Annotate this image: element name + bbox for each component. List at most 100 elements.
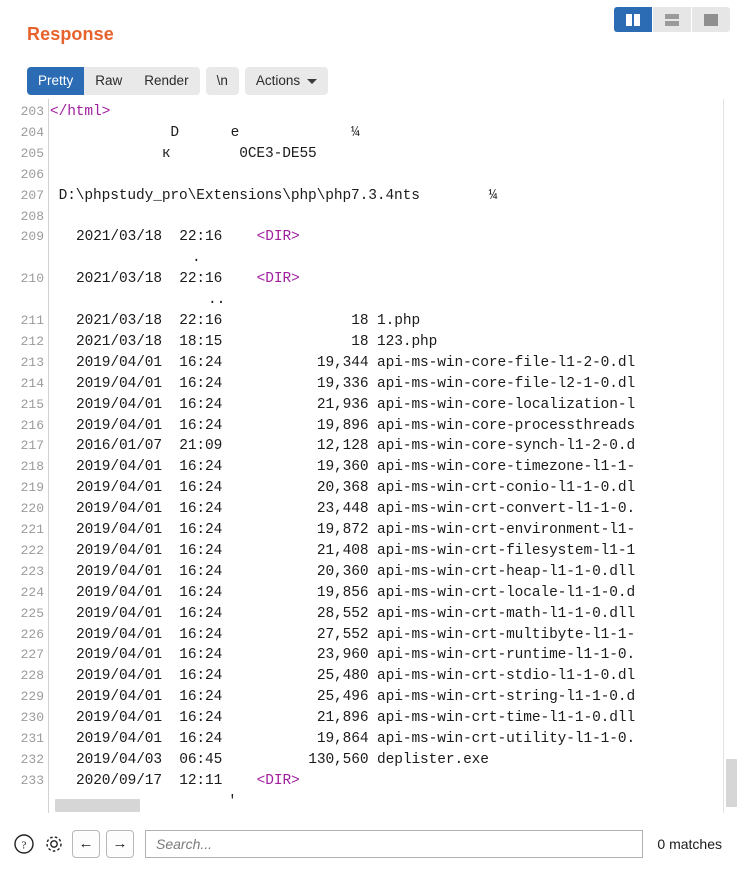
actions-menu-label: Actions	[255, 73, 301, 88]
response-editor[interactable]: ] ɡ ] ⋮ 20320420520620720820921021121221…	[0, 99, 738, 813]
page-title: Response	[27, 24, 114, 44]
single-pane-icon	[704, 13, 718, 26]
line-number: 203	[20, 104, 44, 119]
code-line: к 0CE3-DE55	[50, 145, 317, 162]
code-line: 2021/03/18 18:15 18 123.php	[76, 333, 438, 350]
response-panel: Response Pretty Raw Render \n Actions 20…	[0, 0, 738, 874]
line-number: 205	[20, 145, 44, 161]
syntax-tag: <DIR>	[256, 271, 300, 288]
vertical-scrollbar-thumb[interactable]	[726, 759, 737, 807]
line-number-gutter: 203 204 205 206 207 208 209 210 211 212 213 214 215 2…	[0, 99, 49, 813]
split-horizontal-icon	[665, 13, 679, 26]
code-line: 2019/04/01 16:24 21,408 api-ms-win-crt-f…	[76, 542, 636, 559]
code-line: 2019/04/01 16:24 23,448 api-ms-win-crt-c…	[76, 501, 636, 518]
syntax-tag: <DIR>	[256, 772, 300, 789]
line-number: 208	[20, 208, 44, 224]
code-line: 2019/04/01 16:24 20,360 api-ms-win-crt-h…	[76, 563, 636, 580]
view-mode-toggle-group	[614, 7, 730, 32]
line-number: 206	[20, 166, 44, 182]
line-number: 232	[20, 751, 44, 767]
split-vertical-icon	[626, 13, 640, 26]
chevron-down-icon	[307, 79, 318, 84]
tab-raw[interactable]: Raw	[84, 67, 134, 95]
panel-header: Response	[0, 0, 738, 62]
tab-pretty[interactable]: Pretty	[27, 67, 85, 95]
tab-render[interactable]: Render	[133, 67, 200, 95]
code-line: 2019/04/01 16:24 19,872 api-ms-win-crt-e…	[76, 522, 636, 538]
svg-text:?: ?	[22, 839, 27, 851]
line-number: 214	[20, 375, 44, 391]
code-line: 2019/04/01 16:24 19,336 api-ms-win-core-…	[76, 375, 636, 392]
search-field-wrapper[interactable]	[145, 829, 644, 858]
line-number: 229	[20, 689, 44, 705]
view-mode-split-horizontal-button[interactable]	[653, 7, 691, 32]
line-number: 221	[20, 522, 44, 537]
line-number: 213	[20, 354, 44, 370]
code-line: 2019/04/01 16:24 28,552 api-ms-win-crt-m…	[76, 605, 636, 622]
line-number: 225	[20, 605, 44, 621]
code-line-wrapped: ..	[208, 292, 226, 309]
search-next-button[interactable]: →	[106, 829, 134, 858]
code-line: 2019/04/01 16:24 27,552 api-ms-win-crt-m…	[76, 626, 636, 643]
code-line: </html>	[50, 105, 110, 120]
code-line-wrapped: .	[192, 250, 201, 267]
line-number: 230	[20, 710, 44, 726]
code-line: 2021/03/18 22:16 <DIR>	[76, 229, 300, 246]
syntax-tag: </html>	[50, 104, 111, 120]
syntax-tag: <DIR>	[256, 229, 300, 246]
code-line: D:\phpstudy_pro\Extensions\php\php7.3.4n…	[50, 187, 498, 204]
code-line: D e ¼	[50, 124, 360, 141]
code-line: 2019/04/01 16:24 19,360 api-ms-win-core-…	[76, 459, 636, 476]
search-previous-button[interactable]: ←	[72, 829, 100, 858]
view-tab-bar: Pretty Raw Render \n Actions	[27, 67, 329, 95]
code-line: 2019/04/03 06:45 130,560 deplister.exe	[76, 751, 489, 768]
line-number: 217	[20, 438, 44, 454]
help-icon[interactable]: ?	[12, 832, 36, 856]
line-number: 216	[20, 417, 44, 433]
line-number: 222	[20, 542, 44, 558]
code-line: 2019/04/01 16:24 19,896 api-ms-win-core-…	[76, 417, 636, 434]
line-number: 227	[20, 647, 44, 663]
line-number: 223	[20, 563, 44, 579]
line-number: 231	[20, 731, 44, 746]
search-input[interactable]	[154, 834, 635, 853]
search-bar: ? ← → 0 matches	[0, 813, 738, 874]
code-line: 2019/04/01 16:24 20,368 api-ms-win-crt-c…	[76, 480, 636, 497]
code-line: 2019/04/01 16:24 19,856 api-ms-win-crt-l…	[76, 584, 636, 601]
line-number: 224	[20, 584, 44, 600]
code-line: 2016/01/07 21:09 12,128 api-ms-win-core-…	[76, 438, 636, 455]
view-mode-split-vertical-button[interactable]	[614, 7, 652, 32]
code-line: 2019/04/01 16:24 25,496 api-ms-win-crt-s…	[76, 689, 636, 706]
line-number: 210	[20, 271, 44, 287]
line-number: 233	[20, 772, 44, 788]
code-line: 2019/04/01 16:24 19,864 api-ms-win-crt-u…	[76, 731, 636, 747]
code-line: 2021/03/18 22:16 <DIR>	[76, 271, 300, 288]
code-line: 2021/03/18 22:16 18 1.php	[76, 313, 421, 329]
horizontal-scrollbar-thumb[interactable]	[55, 799, 140, 812]
line-number: 220	[20, 501, 44, 517]
line-number: 226	[20, 626, 44, 642]
view-mode-single-pane-button[interactable]	[692, 7, 730, 32]
vertical-scrollbar[interactable]	[723, 99, 738, 813]
line-number: 209	[20, 229, 44, 245]
line-number: 219	[20, 480, 44, 496]
code-line: 2019/04/01 16:24 21,936 api-ms-win-core-…	[76, 396, 636, 413]
line-number: 212	[20, 333, 44, 349]
line-number: 207	[20, 187, 44, 203]
code-line: 2019/04/01 16:24 25,480 api-ms-win-crt-s…	[76, 668, 636, 685]
toggle-newline-button[interactable]: \n	[205, 67, 239, 95]
line-number: 215	[20, 396, 44, 412]
line-number: 218	[20, 459, 44, 475]
gear-icon[interactable]	[42, 832, 66, 856]
line-number: 211	[20, 313, 44, 328]
code-line: 2019/04/01 16:24 23,960 api-ms-win-crt-r…	[76, 647, 636, 664]
format-tab-group: Pretty Raw Render	[27, 67, 200, 95]
code-line: 2019/04/01 16:24 21,896 api-ms-win-crt-t…	[76, 710, 636, 727]
code-line: 2020/09/17 12:11 <DIR>	[76, 772, 300, 789]
line-number: 228	[20, 668, 44, 684]
code-line: 2019/04/01 16:24 19,344 api-ms-win-core-…	[76, 354, 636, 371]
actions-menu-button[interactable]: Actions	[244, 67, 329, 95]
line-number: 204	[20, 124, 44, 140]
search-match-count: 0 matches	[657, 835, 722, 852]
code-content[interactable]: </html> D e ¼ к 0CE3-DE55 D:\phpstudy_pr…	[50, 99, 738, 813]
